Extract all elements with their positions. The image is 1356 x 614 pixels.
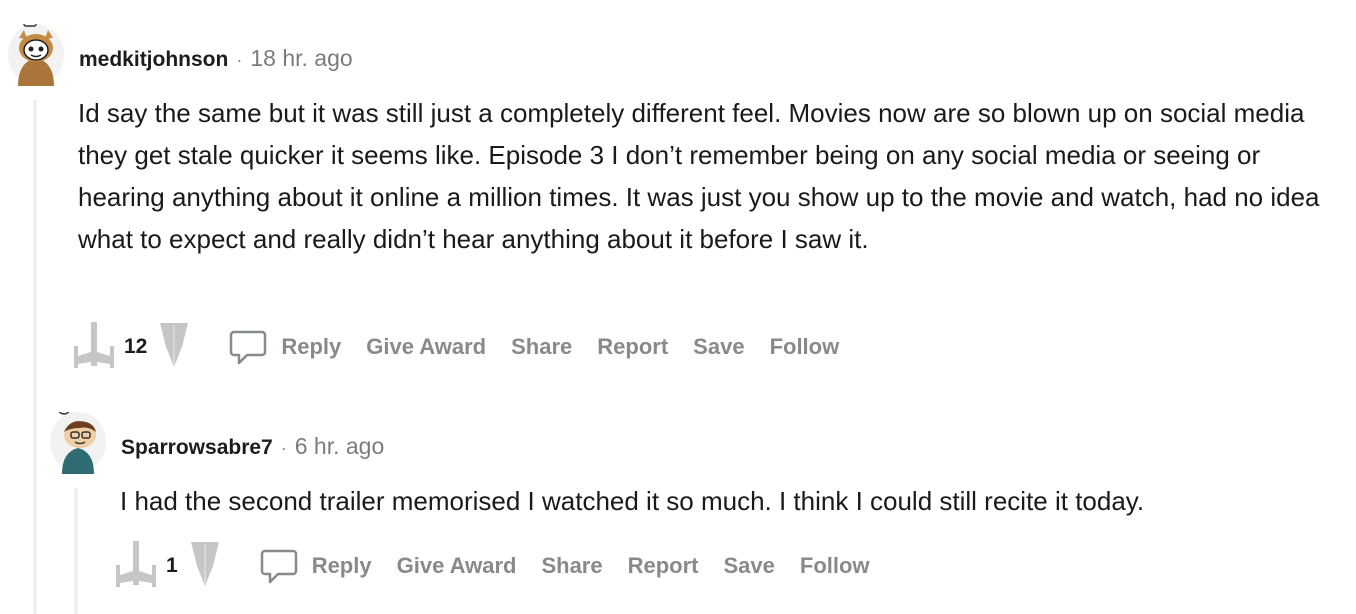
comment-actions: 12 Reply Give Award Share Report Save Fo…	[72, 320, 864, 375]
give-award-button[interactable]: Give Award	[397, 553, 517, 579]
reply-label: Reply	[311, 553, 372, 578]
username[interactable]: medkitjohnson	[79, 48, 228, 72]
vote-score: 1	[166, 554, 178, 577]
report-button[interactable]: Report	[628, 553, 699, 579]
save-button[interactable]: Save	[693, 334, 744, 360]
downvote-icon[interactable]	[159, 321, 189, 374]
give-award-button[interactable]: Give Award	[366, 334, 486, 360]
thread-line-nested[interactable]	[74, 488, 78, 614]
snoo-avatar-icon	[9, 24, 63, 86]
comment-meta: medkitjohnson · 18 hr. ago	[79, 45, 353, 72]
reply-button[interactable]: Reply	[229, 328, 341, 366]
timestamp[interactable]: 6 hr. ago	[295, 433, 385, 460]
reply-label: Reply	[281, 334, 342, 359]
vote-score: 12	[124, 335, 148, 358]
speech-bubble-icon	[230, 330, 267, 365]
snoo-avatar-icon	[51, 412, 105, 474]
report-button[interactable]: Report	[597, 334, 668, 360]
timestamp[interactable]: 18 hr. ago	[250, 45, 352, 72]
meta-separator: ·	[236, 50, 243, 70]
reply-button[interactable]: Reply	[260, 547, 372, 585]
meta-separator: ·	[280, 438, 287, 458]
speech-bubble-icon	[260, 549, 297, 584]
share-button[interactable]: Share	[511, 334, 572, 360]
downvote-icon[interactable]	[190, 540, 220, 593]
comment-actions: 1 Reply Give Award Share Report Save Fol…	[114, 539, 895, 594]
follow-button[interactable]: Follow	[770, 334, 840, 360]
thread-line[interactable]	[33, 100, 37, 614]
follow-button[interactable]: Follow	[800, 553, 870, 579]
username[interactable]: Sparrowsabre7	[121, 436, 273, 460]
comment-meta: Sparrowsabre7 · 6 hr. ago	[121, 433, 384, 460]
save-button[interactable]: Save	[724, 553, 775, 579]
avatar[interactable]	[8, 24, 64, 86]
upvote-icon[interactable]	[114, 539, 158, 594]
comment-body: I had the second trailer memorised I wat…	[120, 486, 1145, 516]
upvote-icon[interactable]	[72, 320, 116, 375]
comment-body: Id say the same but it was still just a …	[78, 98, 1320, 254]
avatar[interactable]	[50, 412, 106, 474]
share-button[interactable]: Share	[541, 553, 602, 579]
